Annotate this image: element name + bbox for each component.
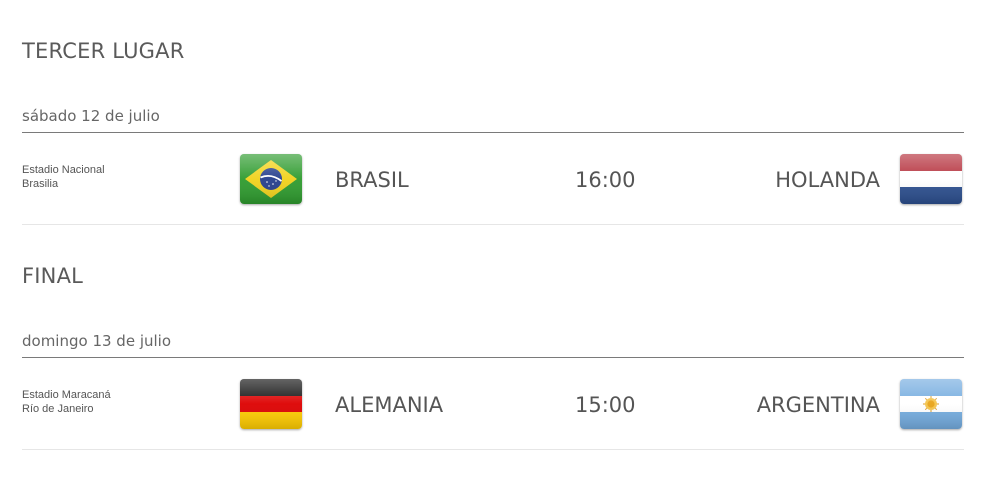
match-time: 15:00 [575, 393, 636, 417]
match-date: domingo 13 de julio [22, 332, 172, 350]
venue-stadium: Estadio Nacional [22, 164, 105, 176]
away-team-name: HOLANDA [775, 168, 880, 192]
match-row[interactable]: Estadio Maracaná Río de Janeiro ALEMANIA [22, 358, 964, 450]
home-team-name: BRASIL [335, 168, 409, 192]
venue-stadium: Estadio Maracaná [22, 389, 111, 401]
venue: Estadio Nacional Brasilia [22, 163, 105, 191]
date-header: sábado 12 de julio [22, 106, 964, 133]
home-team-name: ALEMANIA [335, 393, 444, 417]
stage-title: FINAL [22, 264, 84, 288]
match-time: 16:00 [575, 168, 636, 192]
venue: Estadio Maracaná Río de Janeiro [22, 388, 111, 416]
away-team-name: ARGENTINA [756, 393, 880, 417]
germany-flag-icon [240, 379, 302, 429]
argentina-flag-icon [900, 379, 962, 429]
brazil-flag-icon [240, 154, 302, 204]
netherlands-flag-icon [900, 154, 962, 204]
venue-city: Río de Janeiro [22, 403, 94, 415]
stage-title: TERCER LUGAR [22, 39, 185, 63]
date-header: domingo 13 de julio [22, 331, 964, 358]
match-date: sábado 12 de julio [22, 107, 160, 125]
venue-city: Brasilia [22, 178, 59, 190]
match-row[interactable]: Estadio Nacional Brasilia BRASIL 16:00 H… [22, 133, 964, 225]
